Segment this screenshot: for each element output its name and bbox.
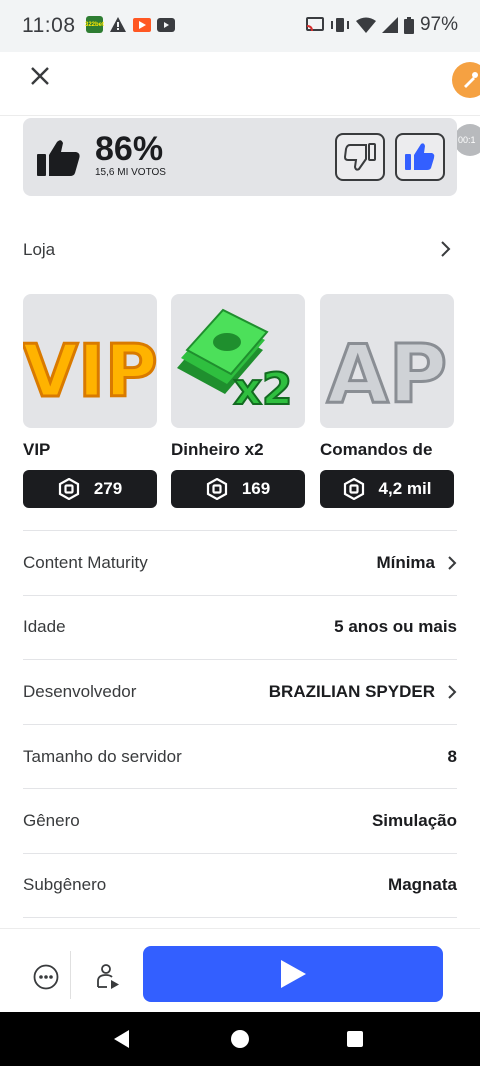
info-value: BRAZILIAN SPYDER — [268, 681, 435, 701]
divider — [70, 951, 71, 999]
app-header — [0, 52, 480, 116]
item-price: 169 — [241, 479, 271, 498]
info-row-subgenre: Subgênero Magnata — [23, 852, 457, 918]
info-row-age: Idade 5 anos ou mais — [23, 594, 457, 660]
price-button[interactable]: 279 — [23, 470, 157, 508]
info-value: Mínima — [376, 552, 435, 572]
robux-icon — [206, 478, 227, 500]
store-item[interactable]: x2 Dinheiro x2 169 — [171, 294, 305, 508]
info-label: Subgênero — [23, 875, 107, 895]
vip-image-text: VIP — [23, 329, 157, 413]
thumbs-down-icon — [344, 143, 376, 171]
cast-icon — [305, 17, 324, 32]
info-label: Desenvolvedor — [23, 681, 137, 701]
play-icon — [281, 960, 306, 988]
store-item[interactable]: VIP VIP 279 — [23, 294, 157, 508]
play-button[interactable] — [143, 946, 443, 1002]
robux-icon — [58, 478, 79, 500]
commands-image-text: AP — [327, 328, 448, 421]
battery-percent: 97% — [419, 14, 458, 35]
timer-text: 00:1 — [458, 135, 476, 145]
status-time: 11:08 — [22, 14, 76, 37]
back-icon[interactable] — [114, 1030, 129, 1048]
party-play-icon — [97, 964, 119, 989]
store-chevron-icon[interactable] — [440, 238, 452, 264]
store-item[interactable]: AP Comandos de 4,2 mil — [320, 294, 454, 508]
bottom-action-bar — [0, 928, 480, 1012]
vip-image: VIP — [23, 294, 157, 428]
status-bar: 11:08 322bet 97% — [0, 0, 480, 52]
store-title[interactable]: Loja — [23, 240, 55, 260]
game-info-list: Content Maturity Mínima Idade 5 anos ou … — [23, 530, 457, 918]
signal-icon — [381, 17, 398, 33]
commands-image: AP — [320, 294, 454, 428]
info-label: Content Maturity — [23, 552, 148, 572]
recents-icon[interactable] — [347, 1031, 363, 1047]
info-label: Gênero — [23, 811, 80, 831]
thumbs-up-filled-icon — [405, 143, 435, 170]
vote-down-button[interactable] — [335, 133, 385, 181]
price-button[interactable]: 4,2 mil — [320, 470, 454, 508]
item-name: Comandos de — [320, 440, 433, 459]
vote-up-button[interactable] — [395, 133, 445, 181]
close-button[interactable] — [26, 62, 54, 90]
info-label: Idade — [23, 617, 66, 637]
brush-button[interactable] — [452, 62, 480, 98]
price-button[interactable]: 169 — [171, 470, 305, 508]
timer-bubble[interactable]: 00:1 — [454, 124, 480, 156]
system-nav-bar — [0, 1012, 480, 1066]
battery-icon — [403, 16, 414, 34]
vibrate-icon — [330, 18, 349, 32]
robux-icon — [343, 478, 364, 500]
rating-percent: 86% — [95, 130, 164, 168]
party-button[interactable] — [84, 953, 132, 1001]
info-value: Magnata — [388, 875, 457, 895]
store-items: VIP VIP 279 x2 Dinheiro x2 169 AP Comand… — [23, 294, 463, 510]
chevron-right-icon — [448, 556, 457, 570]
money-image: x2 — [171, 294, 305, 428]
video-icon — [133, 17, 151, 32]
wifi-icon — [355, 17, 376, 33]
info-value: 5 anos ou mais — [334, 617, 457, 637]
thumbs-up-icon — [37, 140, 80, 176]
money-image-text: x2 — [234, 364, 293, 415]
notification-icons: 322bet — [85, 16, 175, 33]
bet-app-icon: 322bet — [85, 16, 104, 33]
system-icons: 97% — [305, 14, 458, 36]
warning-icon — [110, 17, 126, 32]
item-name: Dinheiro x2 — [171, 440, 264, 459]
item-name: VIP — [23, 440, 51, 459]
close-icon — [31, 67, 49, 85]
rating-card: 86% 15,6 MI VOTOS — [23, 118, 457, 196]
info-row-genre: Gênero Simulação — [23, 788, 457, 853]
info-row-content-maturity[interactable]: Content Maturity Mínima — [23, 530, 457, 595]
brush-icon — [464, 72, 478, 88]
info-value: 8 — [447, 746, 457, 766]
rating-votes: 15,6 MI VOTOS — [95, 167, 166, 178]
info-row-server-size: Tamanho do servidor 8 — [23, 723, 457, 789]
chevron-right-icon — [448, 685, 457, 699]
info-row-developer[interactable]: Desenvolvedor BRAZILIAN SPYDER — [23, 659, 457, 724]
item-price: 4,2 mil — [378, 479, 432, 498]
info-label: Tamanho do servidor — [23, 746, 182, 766]
more-icon — [33, 964, 59, 990]
info-value: Simulação — [371, 811, 457, 831]
item-price: 279 — [93, 479, 123, 498]
home-icon[interactable] — [231, 1030, 249, 1048]
more-options-button[interactable] — [22, 953, 70, 1001]
youtube-icon — [157, 17, 175, 32]
